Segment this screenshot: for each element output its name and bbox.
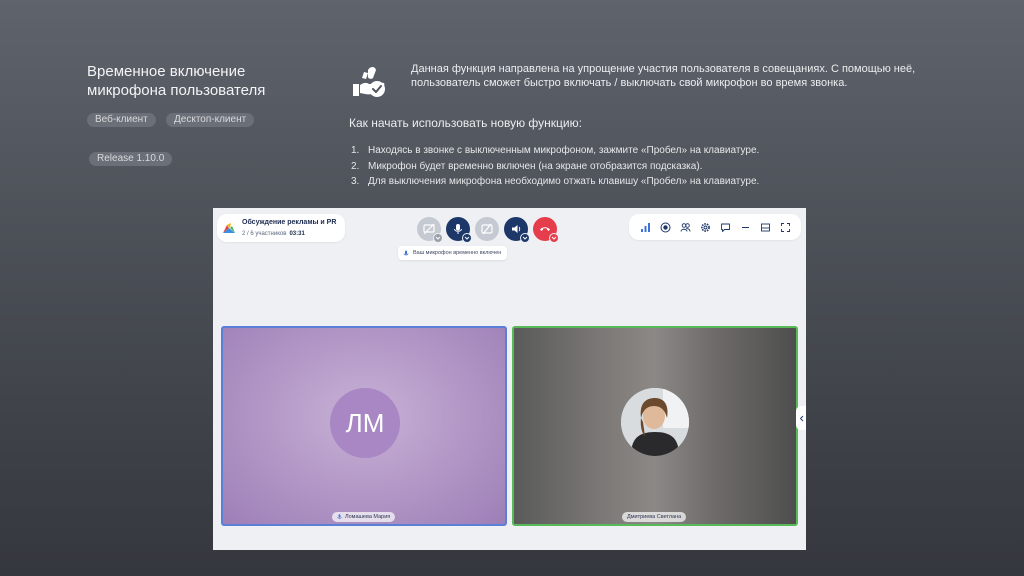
video-call-window: Обсуждение рекламы и PR 2 / 6 участников…: [213, 208, 806, 550]
list-item: 2. Микрофон будет временно включен (на эк…: [351, 160, 703, 172]
chevron-left-icon: [799, 415, 803, 421]
call-toolbar: [629, 214, 801, 240]
participant-name: Дмитриева Светлана: [622, 512, 687, 522]
signal-icon[interactable]: [639, 221, 651, 233]
app-logo-icon: [223, 223, 235, 233]
minimize-icon[interactable]: [739, 221, 751, 233]
microphone-icon: [403, 250, 409, 255]
meeting-info-card[interactable]: Обсуждение рекламы и PR 2 / 6 участников…: [217, 214, 345, 242]
list-item: 1. Находясь в звонке с выключенным микроф…: [351, 145, 760, 156]
settings-icon[interactable]: [699, 221, 711, 233]
chevron-down-icon[interactable]: [520, 233, 530, 243]
meeting-name: Обсуждение рекламы и PR: [242, 219, 337, 226]
chevron-down-icon[interactable]: [462, 233, 472, 243]
participants-icon[interactable]: [679, 221, 691, 233]
microphone-button[interactable]: [446, 217, 472, 243]
side-panel-toggle[interactable]: [796, 406, 806, 430]
speaker-icon: [512, 225, 521, 233]
feature-title: Временное включение микрофона пользовате…: [87, 63, 266, 99]
microphone-icon: [454, 224, 462, 234]
feature-description: Данная функция направлена на упрощение у…: [411, 63, 916, 89]
tag-web-client: Веб-клиент: [87, 113, 156, 127]
screen-share-button[interactable]: [417, 217, 443, 243]
avatar: [621, 388, 689, 456]
participant-photo: [621, 388, 689, 456]
mic-temporary-hint: Ваш микрофон временно включен: [398, 246, 508, 260]
participant-tile[interactable]: Дмитриева Светлана: [512, 326, 798, 526]
participant-name: Ломашева Мария: [332, 512, 396, 522]
screen-share-off-icon: [423, 223, 435, 235]
chevron-down-icon[interactable]: [433, 233, 443, 243]
chat-icon[interactable]: [719, 221, 731, 233]
avatar: ЛМ: [330, 388, 400, 458]
camera-button[interactable]: [475, 217, 499, 241]
howto-title: Как начать использовать новую функцию:: [349, 116, 582, 130]
record-icon[interactable]: [659, 221, 671, 233]
meeting-participants: 2 / 6 участников 03:31: [242, 231, 305, 237]
layout-icon[interactable]: [759, 221, 771, 233]
release-badge: Release 1.10.0: [89, 152, 173, 166]
hand-mic-check-icon: [353, 67, 385, 97]
hangup-button[interactable]: [533, 217, 559, 243]
participant-tile[interactable]: ЛМ Ломашева Мария: [221, 326, 507, 526]
tag-desktop-client: Десктоп-клиент: [166, 113, 255, 127]
camera-off-icon: [481, 223, 493, 235]
chevron-down-icon[interactable]: [549, 233, 559, 243]
call-timer: 03:31: [289, 231, 305, 237]
hangup-icon: [540, 227, 550, 231]
speaker-button[interactable]: [504, 217, 530, 243]
steps-list: 1. Находясь в звонке с выключенным микроф…: [351, 143, 871, 190]
microphone-icon: [337, 514, 342, 519]
list-item: 3. Для выключения микрофона необходимо от…: [351, 176, 760, 187]
fullscreen-icon[interactable]: [779, 221, 791, 233]
